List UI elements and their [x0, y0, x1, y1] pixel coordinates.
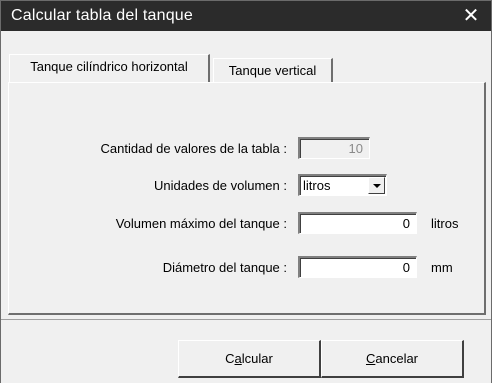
cancel-button[interactable]: Cancelar — [321, 340, 464, 378]
tab-vertical-tank[interactable]: Tanque vertical — [213, 58, 333, 82]
tab-panel — [8, 82, 486, 315]
calculate-button[interactable]: Calcular — [178, 340, 321, 378]
dialog-window: Calcular tabla del tanque ✕ Tanque cilín… — [0, 0, 492, 383]
tab-label: Tanque cilíndrico horizontal — [30, 59, 188, 74]
calculate-label-start: C — [225, 351, 235, 366]
tab-horizontal-cylinder[interactable]: Tanque cilíndrico horizontal — [9, 54, 210, 82]
tab-label: Tanque vertical — [228, 63, 317, 78]
close-icon[interactable]: ✕ — [461, 5, 481, 27]
cancel-label-end: ancelar — [375, 351, 419, 366]
calculate-mnemonic: a — [234, 351, 242, 366]
title-bar[interactable]: Calcular tabla del tanque ✕ — [1, 1, 491, 31]
cancel-mnemonic: C — [365, 351, 376, 366]
window-title: Calcular tabla del tanque — [11, 7, 194, 24]
calculate-label-end: lcular — [241, 351, 273, 366]
